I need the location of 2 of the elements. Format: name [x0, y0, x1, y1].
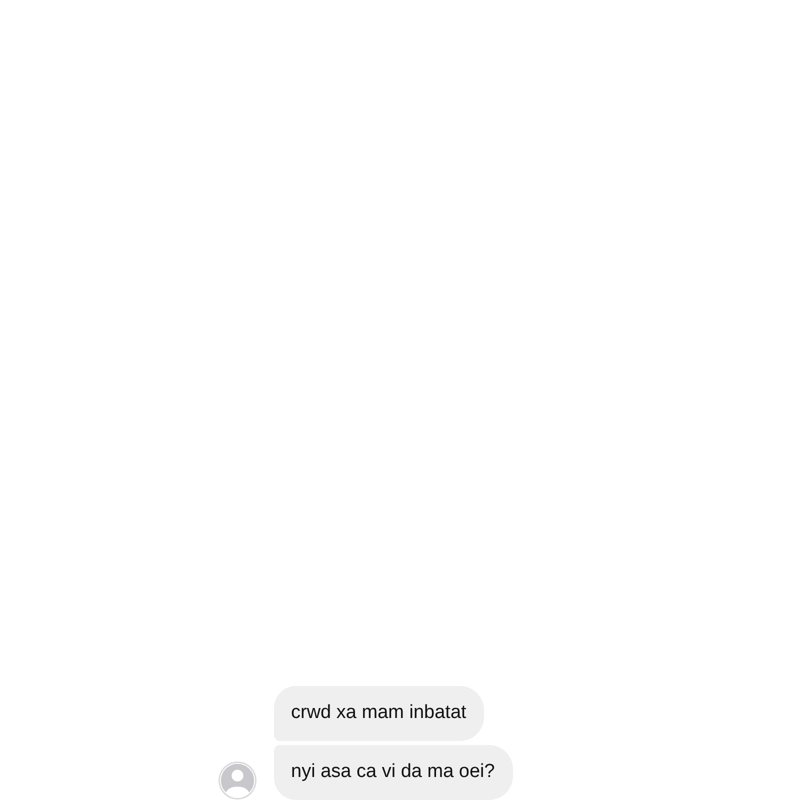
- message-bubble: nyi asa ca vi da ma oei?: [274, 745, 513, 800]
- message-bubble: crwd xa mam inbatat: [274, 686, 484, 741]
